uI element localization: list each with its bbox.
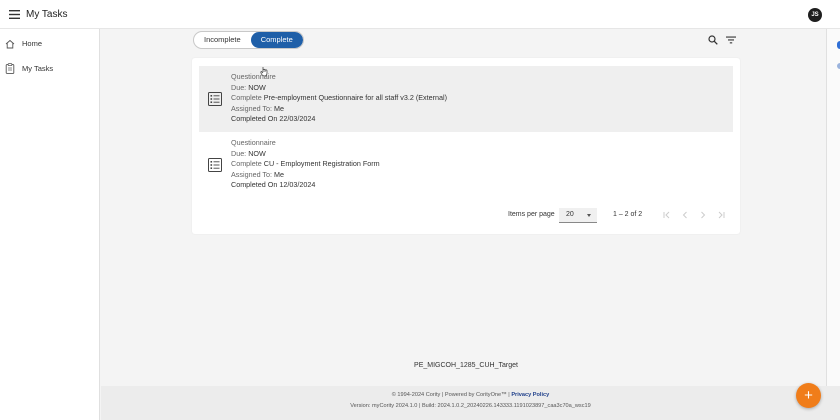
tab-incomplete[interactable]: Incomplete — [194, 32, 251, 48]
footer-copyright-line: © 1994-2024 Cority | Powered by CorityOn… — [101, 392, 840, 398]
assigned-value: Me — [274, 169, 285, 179]
task-row[interactable]: Questionnaire Due: NOW Complete Pre-empl… — [199, 66, 733, 132]
task-details: Questionnaire Due: NOW Complete CU - Emp… — [231, 138, 380, 191]
action-label: Complete — [231, 159, 262, 169]
clipboard-icon — [4, 63, 16, 75]
assigned-value: Me — [274, 103, 285, 113]
sidebar-item-home[interactable]: Home — [0, 31, 99, 56]
page-range: 1 – 2 of 2 — [613, 211, 643, 218]
user-avatar[interactable]: JS — [808, 8, 822, 22]
status-toggle: Incomplete Complete — [193, 31, 304, 49]
hand-cursor-icon — [260, 67, 268, 77]
last-page-icon — [718, 211, 725, 219]
tab-complete[interactable]: Complete — [250, 32, 303, 48]
search-button[interactable] — [706, 33, 720, 47]
completed-date: Completed On 12/03/2024 — [231, 180, 316, 190]
first-page-button[interactable] — [661, 209, 673, 221]
next-page-button[interactable] — [697, 209, 709, 221]
sidebar-item-label: My Tasks — [22, 64, 54, 73]
page-size-select[interactable]: 20 — [559, 208, 597, 223]
checklist-icon — [208, 158, 222, 172]
page-title: My Tasks — [26, 8, 68, 20]
menu-button[interactable] — [4, 4, 24, 24]
items-per-page-label: Items per page — [508, 211, 555, 218]
paginator: Items per page 20 1 – 2 of 2 — [192, 206, 740, 224]
sidebar-item-my-tasks[interactable]: My Tasks — [0, 56, 99, 81]
action-label: Complete — [231, 93, 262, 103]
task-name: Pre-employment Questionnaire for all sta… — [263, 93, 447, 103]
task-type: Questionnaire — [231, 138, 276, 147]
add-button[interactable]: + — [796, 383, 821, 408]
first-page-icon — [663, 211, 670, 219]
previous-page-button[interactable] — [679, 209, 691, 221]
footer: © 1994-2024 Cority | Powered by CorityOn… — [101, 386, 840, 420]
environment-name: PE_MIGCOH_1285_CUH_Target — [414, 362, 518, 369]
filter-icon — [726, 36, 736, 44]
chevron-left-icon — [682, 211, 687, 219]
task-row[interactable]: Questionnaire Due: NOW Complete CU - Emp… — [199, 132, 733, 198]
task-details: Questionnaire Due: NOW Complete Pre-empl… — [231, 72, 447, 125]
checklist-icon — [208, 92, 222, 106]
top-app-bar: My Tasks JS — [0, 0, 840, 29]
completed-date: Completed On 22/03/2024 — [231, 114, 316, 124]
search-icon — [708, 35, 718, 45]
chevron-right-icon — [701, 211, 706, 219]
home-icon — [4, 38, 16, 50]
assigned-label: Assigned To: — [231, 103, 273, 113]
filter-button[interactable] — [724, 33, 738, 47]
assigned-label: Assigned To: — [231, 169, 273, 179]
due-label: Due: — [231, 148, 247, 158]
task-list-card: Questionnaire Due: NOW Complete Pre-empl… — [192, 58, 740, 234]
last-page-button[interactable] — [715, 209, 727, 221]
side-panel-edge — [826, 29, 840, 386]
hamburger-icon — [8, 9, 20, 19]
copyright-text: © 1994-2024 Cority | Powered by CorityOn… — [391, 392, 512, 398]
caret-down-icon — [587, 214, 591, 217]
page-size-value: 20 — [566, 211, 574, 218]
due-label: Due: — [231, 82, 247, 92]
due-value: NOW — [248, 82, 266, 92]
sidebar-item-label: Home — [22, 39, 43, 48]
task-name: CU - Employment Registration Form — [263, 159, 380, 169]
due-value: NOW — [248, 148, 266, 158]
privacy-policy-link[interactable]: Privacy Policy — [511, 392, 549, 398]
version-info: Version: myCority 2024.1.0 | Build: 2024… — [350, 403, 591, 409]
